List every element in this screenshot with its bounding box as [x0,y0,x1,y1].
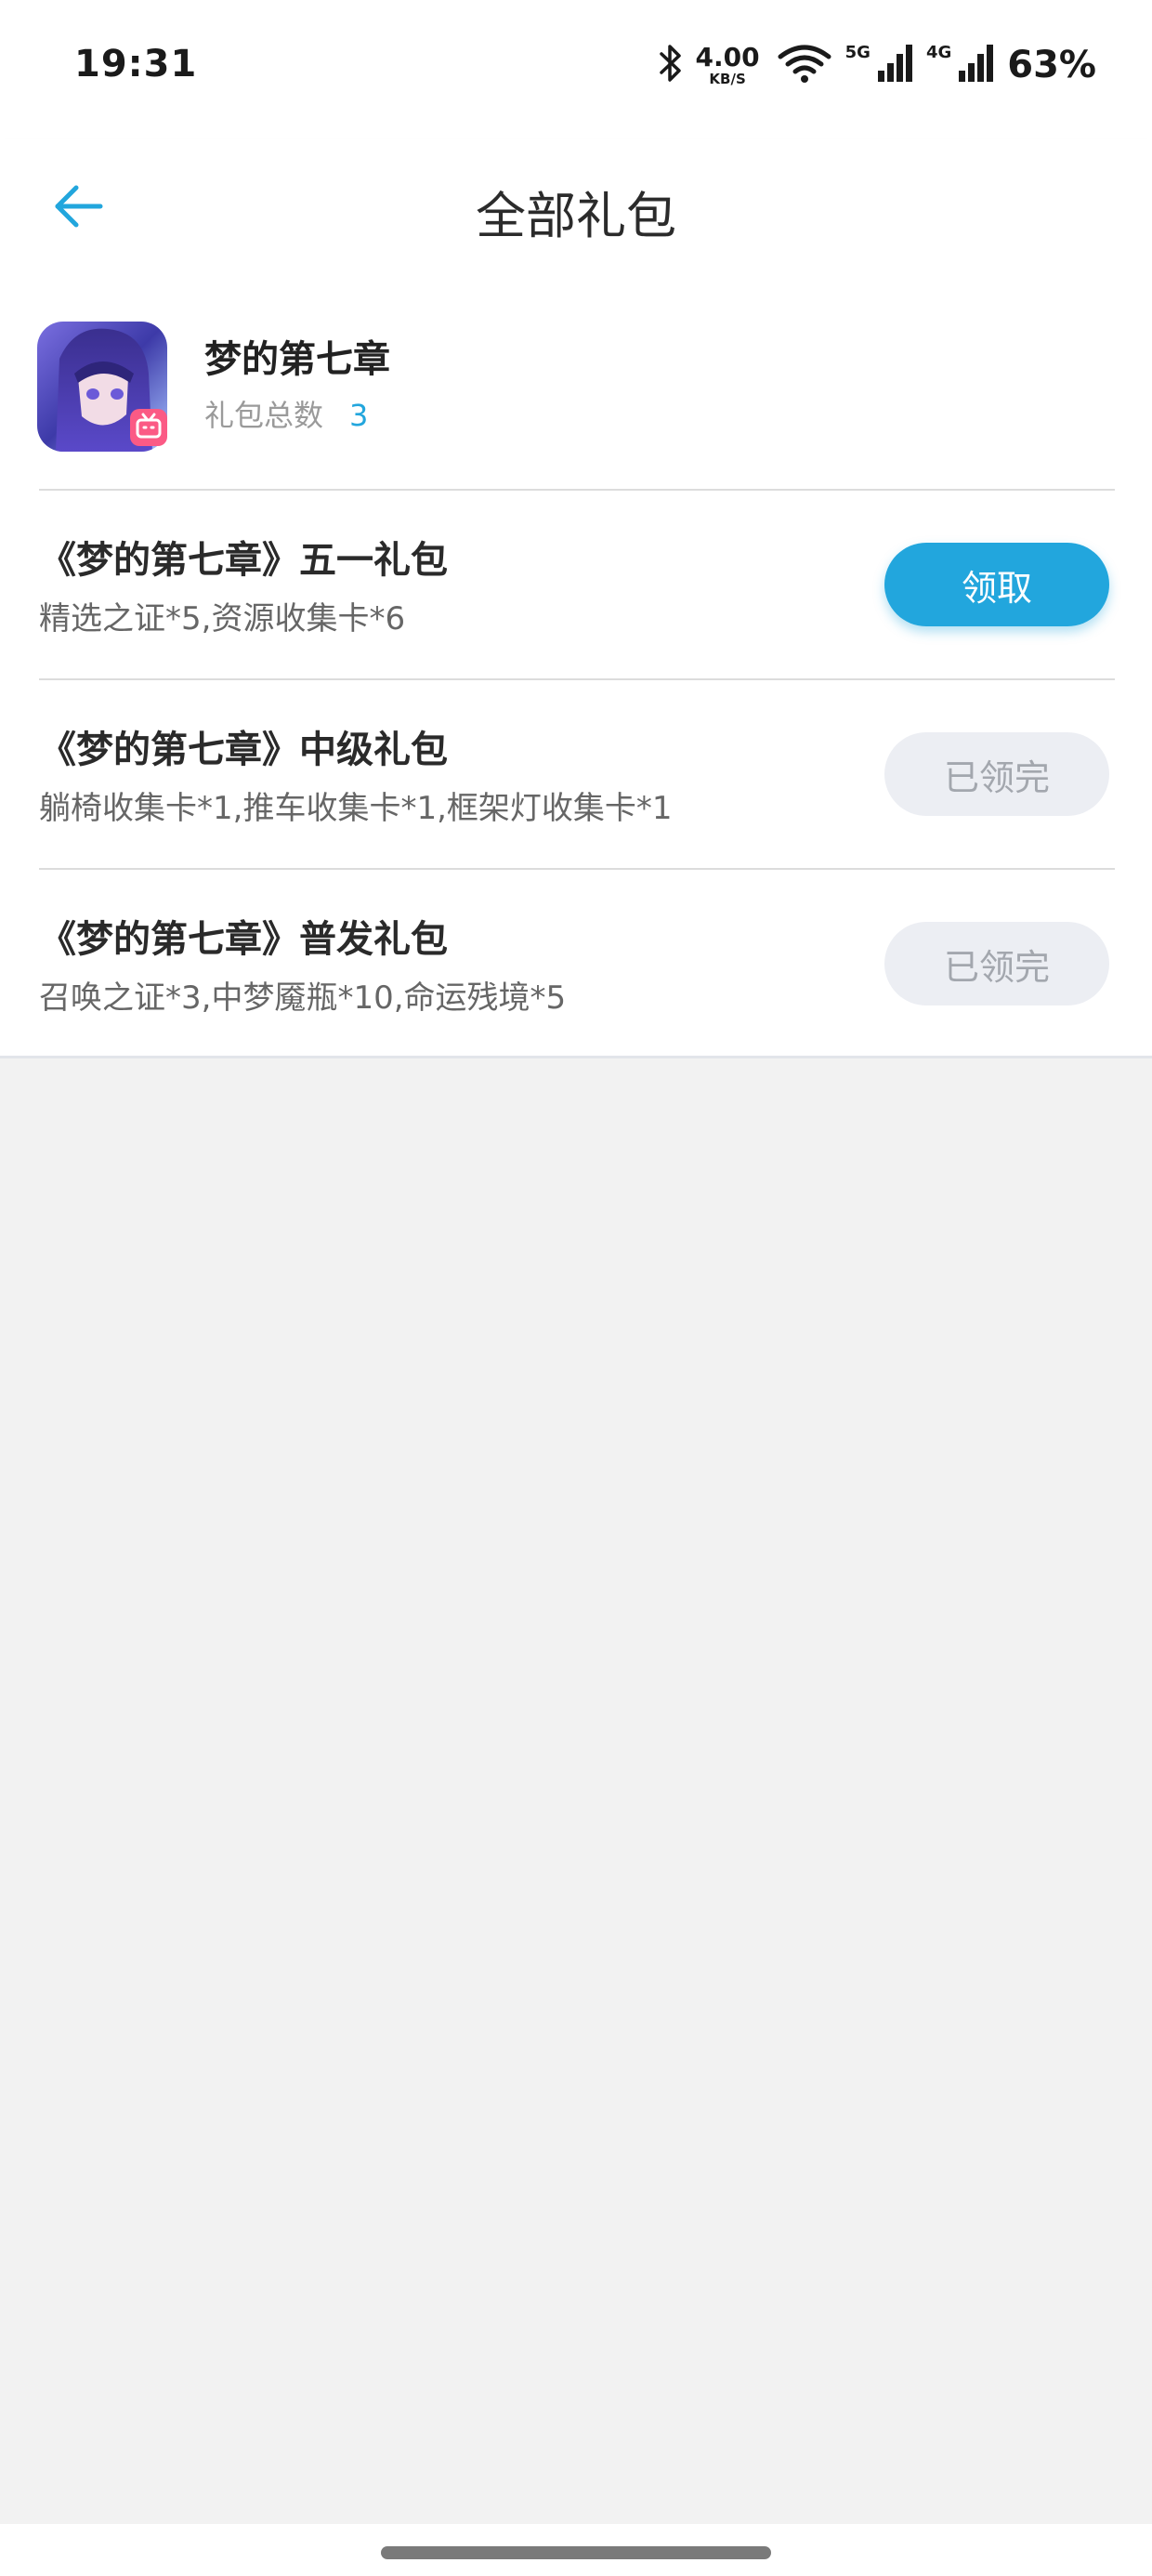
signal-icon [876,43,913,87]
net-speed-value: 4.00 [695,41,760,72]
page-title: 全部礼包 [476,187,676,245]
gift-total-label: 礼包总数 [204,398,324,433]
wifi-icon [777,42,832,88]
status-icons: 4.00 KB/S 5G 4G 63% [659,37,1096,93]
gift-total: 礼包总数 3 [204,392,368,435]
battery-level: 63% [1007,44,1096,86]
status-bar: 19:31 4.00 KB/S 5G 4G 63% [0,0,1152,139]
net-speed: 4.00 KB/S [695,41,760,87]
gift-title: 《梦的第七章》普发礼包 [39,918,448,961]
status-time: 19:31 [74,43,198,85]
claim-button[interactable]: 领取 [884,543,1109,626]
gift-description: 躺椅收集卡*1,推车收集卡*1,框架灯收集卡*1 [39,790,673,827]
game-name[interactable]: 梦的第七章 [204,329,390,383]
gift-title: 《梦的第七章》中级礼包 [39,729,448,771]
gift-description: 召唤之证*3,中梦魇瓶*10,命运残境*5 [39,979,567,1017]
gift-item: 《梦的第七章》中级礼包 躺椅收集卡*1,推车收集卡*1,框架灯收集卡*1 已领完 [0,680,1152,868]
sim2-network-label: 4G [925,43,952,62]
gift-total-count: 3 [349,398,369,433]
claimed-out-button[interactable]: 已领完 [884,922,1109,1005]
gift-item: 《梦的第七章》五一礼包 精选之证*5,资源收集卡*6 领取 [0,491,1152,678]
home-indicator[interactable] [381,2546,771,2559]
gesture-bar [0,2524,1152,2576]
bilibili-tv-icon [130,409,167,446]
gift-item: 《梦的第七章》普发礼包 召唤之证*3,中梦魇瓶*10,命运残境*5 已领完 [0,870,1152,1058]
gift-list-card: 梦的第七章 礼包总数 3 《梦的第七章》五一礼包 精选之证*5,资源收集卡*6 领… [0,284,1152,1058]
net-speed-unit: KB/S [709,70,746,87]
signal-icon [957,43,994,87]
nav-header: 全部礼包 [0,139,1152,284]
sim1-network-label: 5G [844,43,871,62]
claimed-out-button[interactable]: 已领完 [884,732,1109,816]
gift-description: 精选之证*5,资源收集卡*6 [39,600,406,637]
game-header: 梦的第七章 礼包总数 3 [0,284,1152,489]
gift-title: 《梦的第七章》五一礼包 [39,539,448,582]
bluetooth-icon [659,43,683,87]
